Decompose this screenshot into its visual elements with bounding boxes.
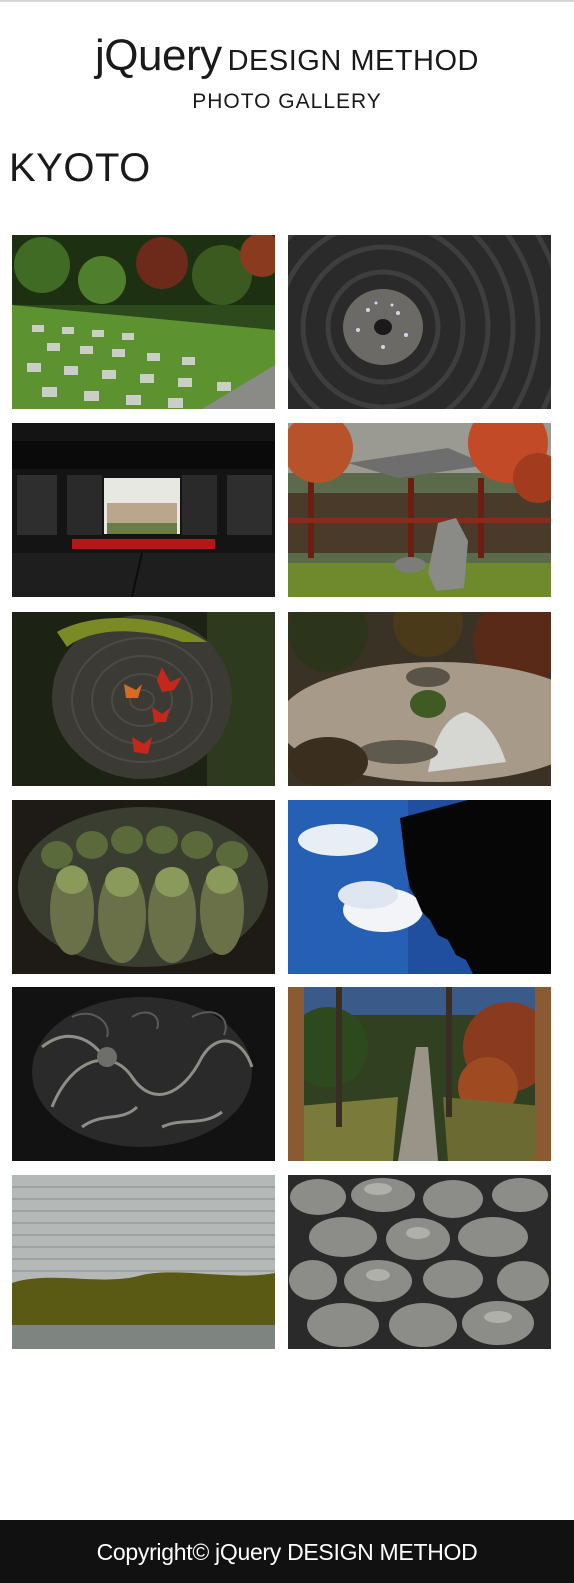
gallery-photo-sky-eaves[interactable] bbox=[288, 800, 551, 974]
photo-image bbox=[288, 800, 551, 974]
gallery-photo-pavilion[interactable] bbox=[288, 423, 551, 597]
photo-image bbox=[12, 612, 275, 786]
photo-gallery bbox=[0, 0, 574, 1400]
gallery-photo-garden-path[interactable] bbox=[288, 987, 551, 1161]
photo-image bbox=[288, 423, 551, 597]
photo-image bbox=[288, 612, 551, 786]
gallery-photo-raked-sand[interactable] bbox=[288, 235, 551, 409]
gallery-photo-stump-leaves[interactable] bbox=[12, 612, 275, 786]
gallery-photo-raked-gravel-moss[interactable] bbox=[12, 1175, 275, 1349]
gallery-photo-temple-interior[interactable] bbox=[12, 423, 275, 597]
gallery-photo-stone-statues[interactable] bbox=[12, 800, 275, 974]
photo-image bbox=[288, 987, 551, 1161]
photo-image bbox=[12, 1175, 275, 1349]
copyright-text: Copyright© jQuery DESIGN METHOD bbox=[96, 1539, 478, 1565]
gallery-photo-moss-checkerboard[interactable] bbox=[12, 235, 275, 409]
gallery-photo-stone-wall[interactable] bbox=[288, 1175, 551, 1349]
photo-image bbox=[12, 235, 275, 409]
photo-image bbox=[288, 235, 551, 409]
photo-image bbox=[12, 800, 275, 974]
photo-image bbox=[12, 423, 275, 597]
photo-image bbox=[288, 1175, 551, 1349]
gallery-photo-dragon-ceiling[interactable] bbox=[12, 987, 275, 1161]
site-footer: Copyright© jQuery DESIGN METHOD bbox=[0, 1520, 574, 1583]
gallery-photo-dry-garden[interactable] bbox=[288, 612, 551, 786]
photo-image bbox=[12, 987, 275, 1161]
